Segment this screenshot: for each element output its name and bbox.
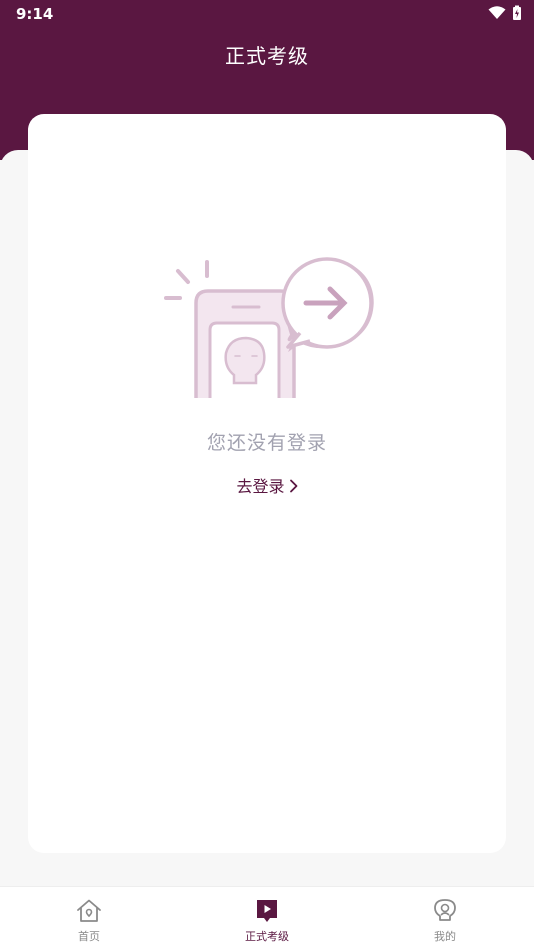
tab-home[interactable]: 首页 [0, 887, 178, 951]
video-bookmark-icon [253, 897, 281, 925]
chevron-right-icon [289, 478, 298, 497]
tab-official-exam-label: 正式考级 [245, 930, 289, 943]
tab-home-label: 首页 [78, 930, 100, 943]
status-icons [488, 5, 522, 21]
status-time: 9:14 [16, 5, 54, 23]
go-login-label: 去登录 [236, 477, 285, 496]
go-login-link[interactable]: 去登录 [0, 473, 534, 497]
status-bar: 9:14 [0, 0, 534, 28]
wifi-icon [488, 6, 506, 19]
bottom-tab-bar: 首页 正式考级 我的 [0, 886, 534, 951]
tab-mine[interactable]: 我的 [356, 887, 534, 951]
profile-icon [431, 897, 459, 925]
page-title: 正式考级 [225, 44, 309, 68]
phone-login-illustration [164, 257, 374, 398]
tab-official-exam[interactable]: 正式考级 [178, 887, 356, 951]
battery-icon [513, 5, 521, 20]
not-logged-in-message: 您还没有登录 [206, 432, 327, 454]
tab-mine-label: 我的 [434, 930, 456, 943]
home-icon [75, 897, 103, 925]
